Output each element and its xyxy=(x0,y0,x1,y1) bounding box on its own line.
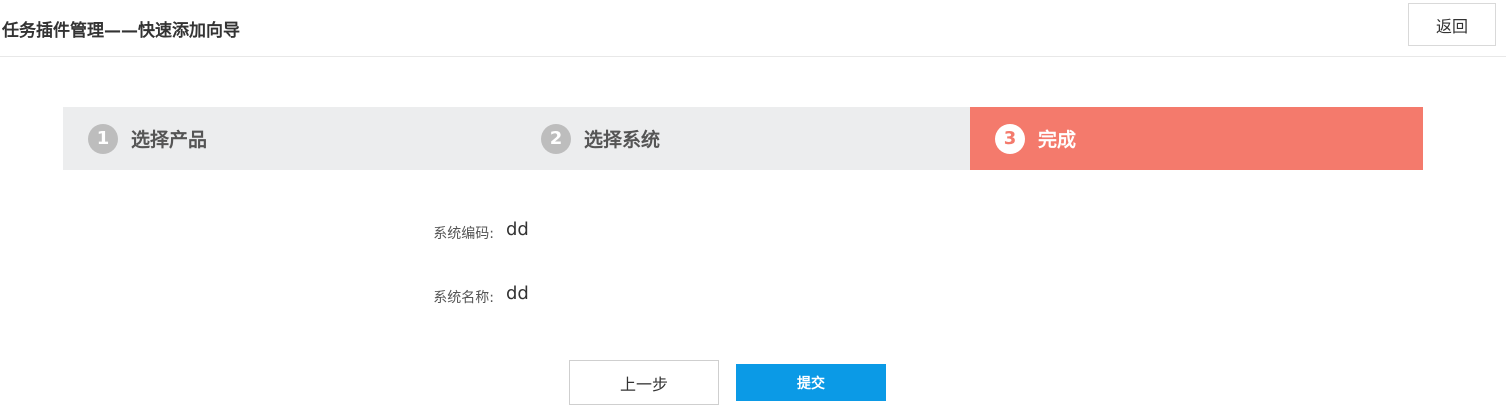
system-name-row: 系统名称: dd xyxy=(0,280,1506,310)
step-select-product: 1 选择产品 xyxy=(63,107,516,170)
system-code-value: dd xyxy=(506,219,529,240)
page-title: 任务插件管理——快速添加向导 xyxy=(2,21,240,41)
system-code-row: 系统编码: dd xyxy=(0,216,1506,246)
back-button[interactable]: 返回 xyxy=(1408,3,1496,46)
prev-step-button[interactable]: 上一步 xyxy=(569,360,719,405)
wizard-page: 任务插件管理——快速添加向导 返回 1 选择产品 2 选择系统 3 完成 系统编… xyxy=(0,0,1506,411)
step-complete: 3 完成 xyxy=(970,107,1423,170)
step-label: 选择产品 xyxy=(131,129,208,151)
step-number-2: 2 xyxy=(541,123,571,154)
wizard-steps: 1 选择产品 2 选择系统 3 完成 xyxy=(63,107,1423,170)
system-name-label: 系统名称: xyxy=(433,290,494,306)
step-number-3: 3 xyxy=(995,123,1025,154)
page-header: 任务插件管理——快速添加向导 返回 xyxy=(0,0,1506,57)
system-name-value: dd xyxy=(506,283,529,304)
step-label: 完成 xyxy=(1038,129,1077,151)
step-select-system: 2 选择系统 xyxy=(516,107,970,170)
system-code-label: 系统编码: xyxy=(433,226,494,242)
step-label: 选择系统 xyxy=(584,129,661,151)
submit-button[interactable]: 提交 xyxy=(736,364,886,401)
step-number-1: 1 xyxy=(88,123,118,154)
